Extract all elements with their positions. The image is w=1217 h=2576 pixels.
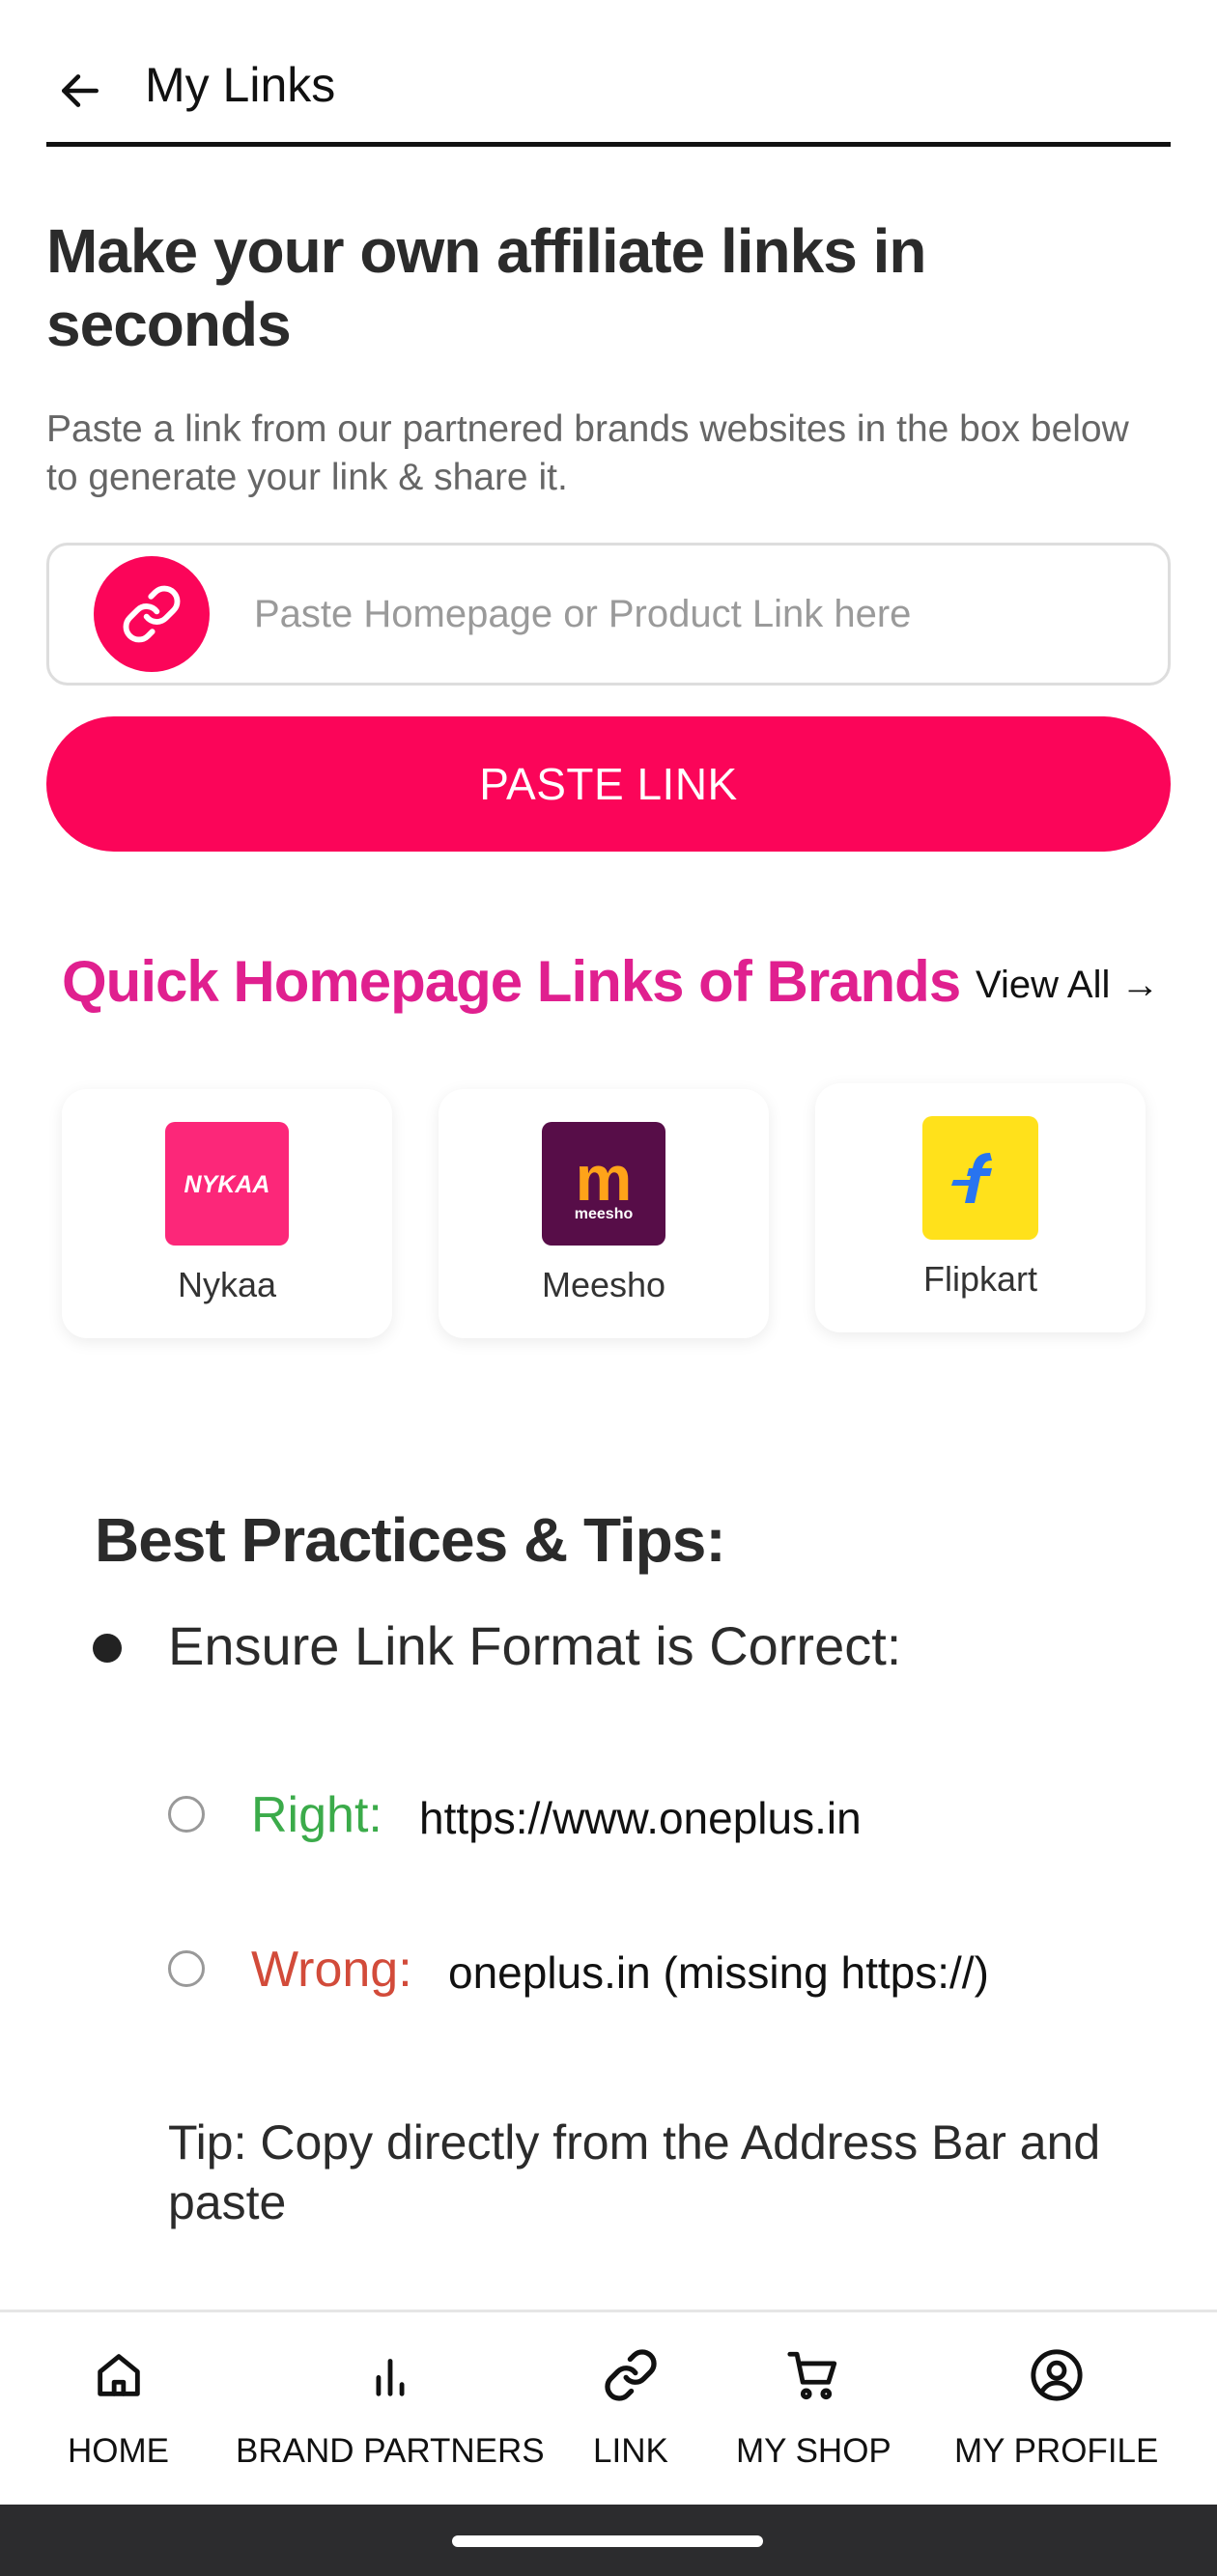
bar-chart-icon [376,2359,405,2396]
brand-card-meesho[interactable]: m meesho Meesho [439,1089,769,1338]
brand-card-nykaa[interactable]: NYKAA Nykaa [62,1089,392,1338]
tip-item: Ensure Link Format is Correct: [168,1615,902,1676]
link-icon [605,2349,657,2401]
profile-icon [1031,2349,1083,2401]
page-title: My Links [145,57,336,112]
nykaa-logo: NYKAA [165,1122,289,1246]
bullet-dot [93,1634,122,1663]
link-input-box[interactable] [46,543,1171,686]
brand-name: Meesho [541,1265,666,1304]
link-icon-badge [94,556,210,672]
nav-link[interactable]: LINK [593,2347,668,2471]
brand-card-flipkart[interactable]: Flipkart [815,1083,1146,1332]
nav-label: HOME [68,2432,169,2470]
nav-my-shop[interactable]: MY SHOP [736,2347,892,2471]
app-header: My Links [46,39,1171,147]
hero-subtitle: Paste a link from our partnered brands w… [46,408,1129,498]
tip-text: Tip: Copy directly from the Address Bar … [168,2115,1101,2229]
nykaa-logo-mark: NYKAA [184,1171,270,1198]
svg-text:NYKAA: NYKAA [184,1171,270,1198]
home-indicator[interactable] [452,2535,763,2547]
link-icon [123,585,181,643]
nav-label: MY PROFILE [954,2432,1159,2470]
right-label: Right: [251,1787,382,1843]
nav-label: BRAND PARTNERS [236,2432,545,2470]
home-icon [97,2354,140,2396]
nav-brand-partners[interactable]: BRAND PARTNERS [236,2347,545,2471]
wrong-label: Wrong: [251,1942,412,1998]
cart-icon [787,2351,837,2400]
nav-home[interactable]: HOME [68,2347,169,2471]
back-button[interactable] [27,42,133,139]
nav-label: LINK [593,2432,668,2470]
radio-wrong [168,1950,205,1987]
meesho-logo-letter: m [575,1142,633,1214]
arrow-left-icon [62,73,99,107]
tips-title: Best Practices & Tips: [95,1505,726,1575]
meesho-logo-text: meesho [574,1206,634,1222]
quick-links-title: Quick Homepage Links of Brands [62,949,961,1014]
meesho-logo: m meesho [542,1122,665,1246]
view-all-link[interactable]: View All → [976,964,1159,1007]
wrong-example: oneplus.in (missing https://) [448,1947,989,1998]
paste-link-button[interactable]: PASTE LINK [46,716,1171,852]
nav-label: MY SHOP [736,2432,892,2470]
nav-my-profile[interactable]: MY PROFILE [954,2347,1158,2471]
link-input[interactable] [254,592,1123,636]
radio-right [168,1796,205,1833]
hero-title: Make your own affiliate links in seconds [46,216,926,359]
brand-name: Nykaa [177,1265,277,1304]
brand-name: Flipkart [922,1259,1038,1299]
flipkart-logo-mark [951,1153,992,1203]
right-example: https://www.oneplus.in [419,1793,862,1843]
flipkart-logo [922,1116,1038,1240]
bottom-navigation: HOME BRAND PARTNERS LINK MY SHOP MY PROF… [0,2310,1217,2505]
